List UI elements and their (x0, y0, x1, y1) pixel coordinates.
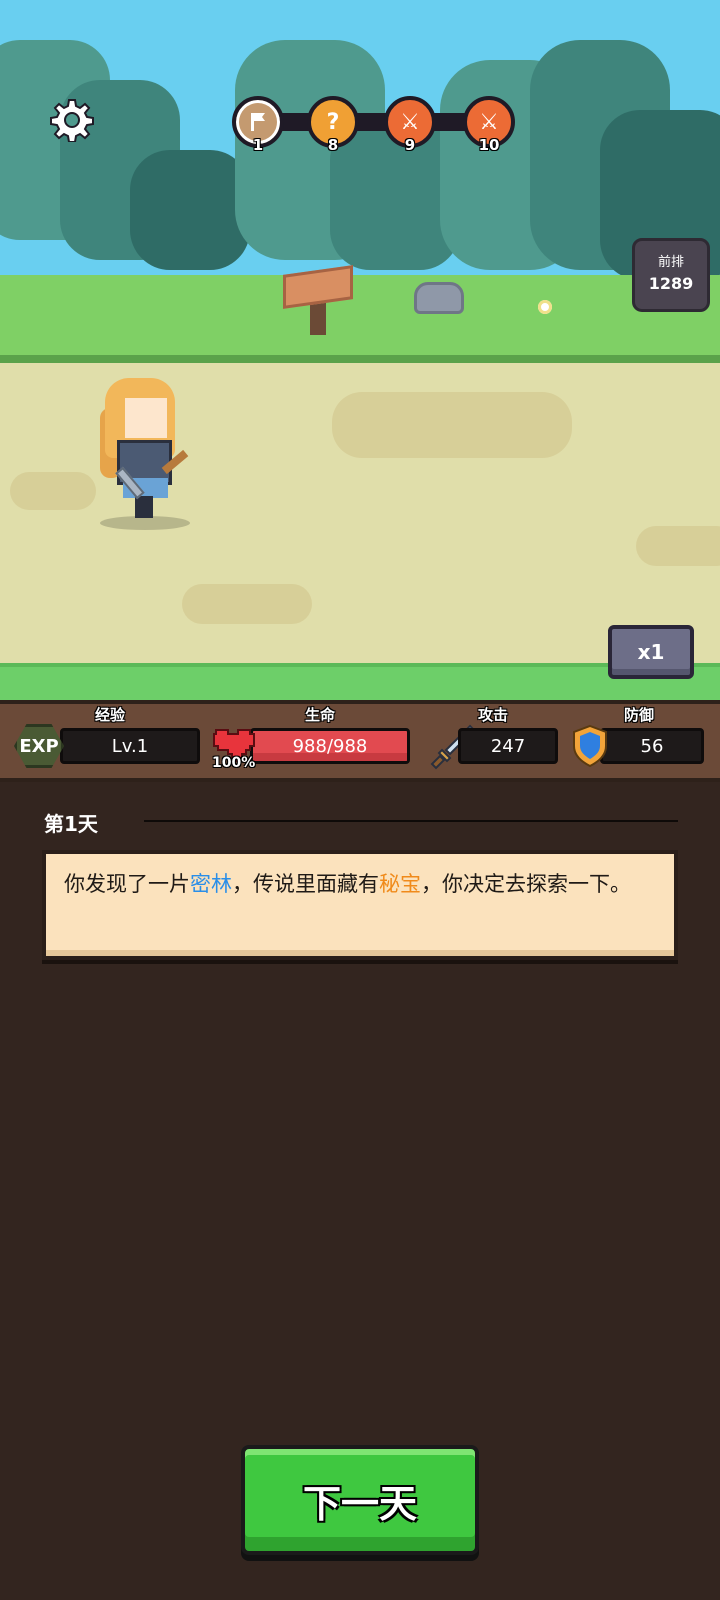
log-text: ，传说里面藏有 (232, 872, 379, 896)
stage-number: 10 (478, 136, 500, 154)
hero-legs (135, 496, 153, 518)
dirt-patch (182, 584, 312, 624)
game-scene (0, 0, 720, 700)
hp-percent: 100% (212, 755, 256, 771)
flag-icon (251, 113, 265, 131)
stage-node-current[interactable]: 1 (232, 96, 284, 154)
level-value: Lv.1 (60, 728, 200, 764)
dirt-patch (10, 472, 96, 510)
dirt-patch (332, 392, 572, 458)
tree (130, 150, 250, 270)
gear-icon (50, 99, 94, 143)
hero-shadow (100, 516, 190, 530)
hero-character (95, 378, 205, 530)
ranking-label: 前排 (657, 255, 684, 270)
attack-label: 攻击 (478, 706, 509, 724)
hp-label: 生命 (305, 706, 336, 724)
next-day-button[interactable]: 下一天 (241, 1445, 479, 1555)
event-log-card: 你发现了一片密林，传说里面藏有秘宝，你决定去探索一下。 (42, 850, 678, 960)
log-highlight: 秘宝 (379, 872, 421, 896)
stage-number: 1 (252, 136, 264, 154)
hp-value: 988/988 (292, 735, 368, 757)
question-icon: ? (326, 109, 340, 135)
flower (538, 300, 552, 314)
speed-toggle-button[interactable]: x1 (608, 625, 694, 679)
log-text: 你发现了一片 (64, 872, 190, 896)
day-divider (144, 820, 678, 822)
stage-node-quest[interactable]: ? 8 (307, 96, 359, 154)
grass-edge (0, 355, 720, 363)
ranking-button[interactable]: 前排 1289 (632, 238, 710, 312)
stage-number: 9 (404, 136, 416, 154)
defense-label: 防御 (624, 706, 655, 724)
ranking-value: 1289 (648, 274, 694, 293)
hero-face (125, 398, 167, 438)
crossed-swords-icon: ⚔ (400, 109, 420, 135)
shield-icon (573, 724, 607, 768)
stage-node-battle[interactable]: ⚔ 10 (463, 96, 515, 154)
day-title: 第1天 (44, 812, 98, 836)
stage-number: 8 (327, 136, 339, 154)
stage-progress-track (250, 113, 490, 131)
settings-button[interactable] (50, 98, 94, 143)
defense-value: 56 (600, 728, 704, 764)
crossed-swords-icon: ⚔ (479, 109, 499, 135)
rock (414, 282, 464, 314)
attack-value: 247 (458, 728, 558, 764)
grass-band (0, 275, 720, 365)
log-text: ，你决定去探索一下。 (421, 872, 631, 896)
exp-label: 经验 (95, 706, 126, 724)
stage-node-battle[interactable]: ⚔ 9 (384, 96, 436, 154)
log-highlight: 密林 (190, 872, 232, 896)
dirt-patch (636, 526, 720, 566)
